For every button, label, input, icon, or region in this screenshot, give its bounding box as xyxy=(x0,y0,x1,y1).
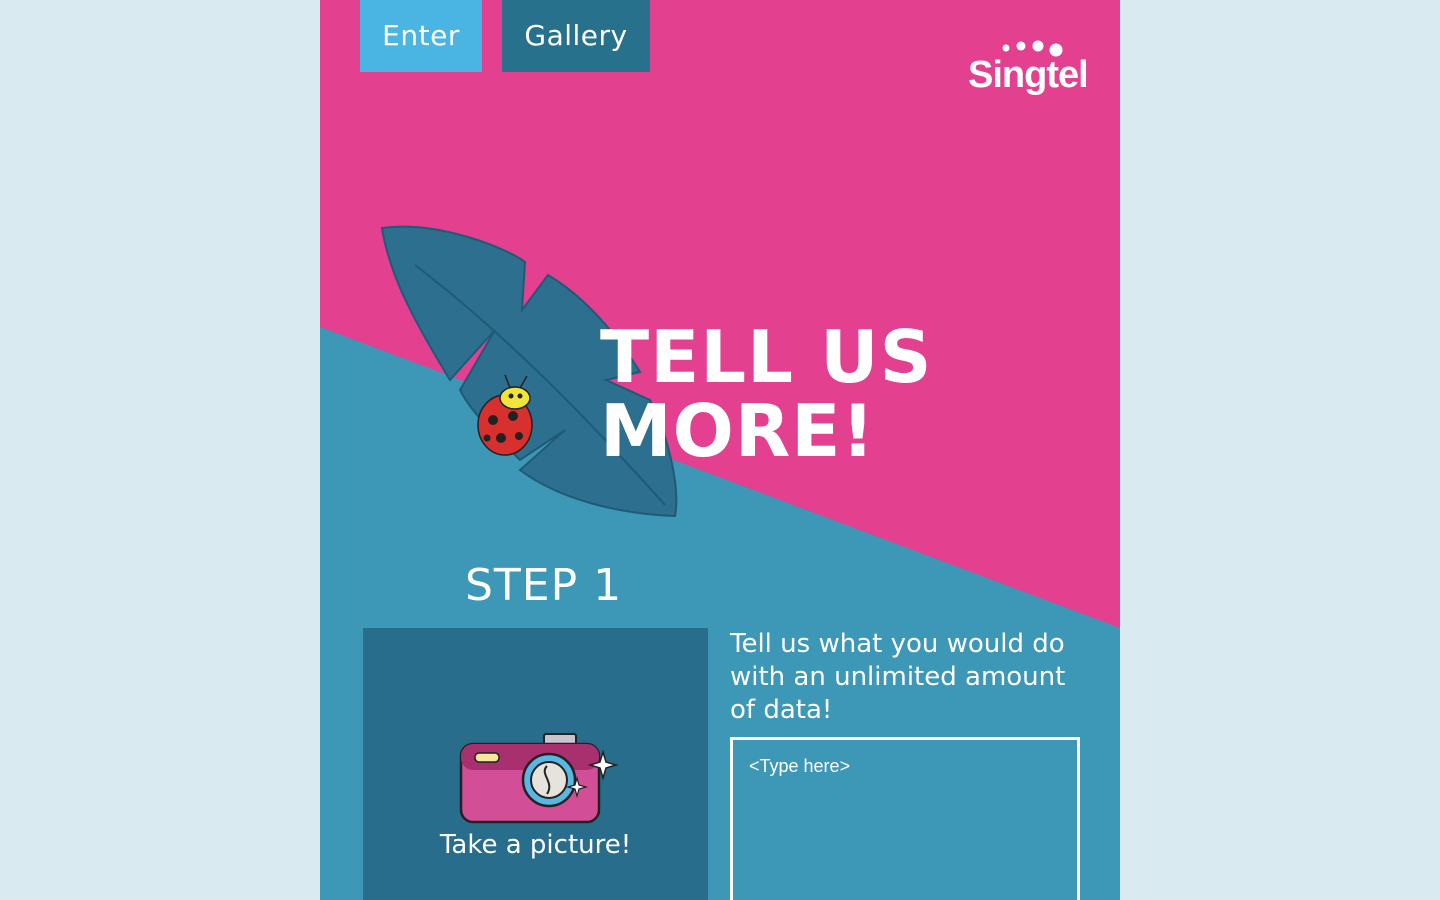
headline-line-1: TELL US xyxy=(600,315,933,399)
gallery-tab[interactable]: Gallery xyxy=(502,0,650,72)
take-picture-button[interactable]: Take a picture! xyxy=(363,628,708,900)
take-picture-label: Take a picture! xyxy=(439,830,632,860)
app-screen: Enter Gallery Singtel TELL US MORE! STEP… xyxy=(320,0,1120,900)
headline-line-2: MORE! xyxy=(600,389,876,473)
answer-input[interactable] xyxy=(730,737,1080,900)
logo-text: Singtel xyxy=(968,54,1089,96)
enter-tab[interactable]: Enter xyxy=(360,0,482,72)
prompt-text: Tell us what you would do with an unlimi… xyxy=(730,629,1066,725)
step-title: STEP 1 xyxy=(465,560,623,611)
headline: TELL US MORE! xyxy=(600,320,932,468)
singtel-logo: Singtel xyxy=(968,40,1089,104)
camera-icon xyxy=(459,733,619,824)
